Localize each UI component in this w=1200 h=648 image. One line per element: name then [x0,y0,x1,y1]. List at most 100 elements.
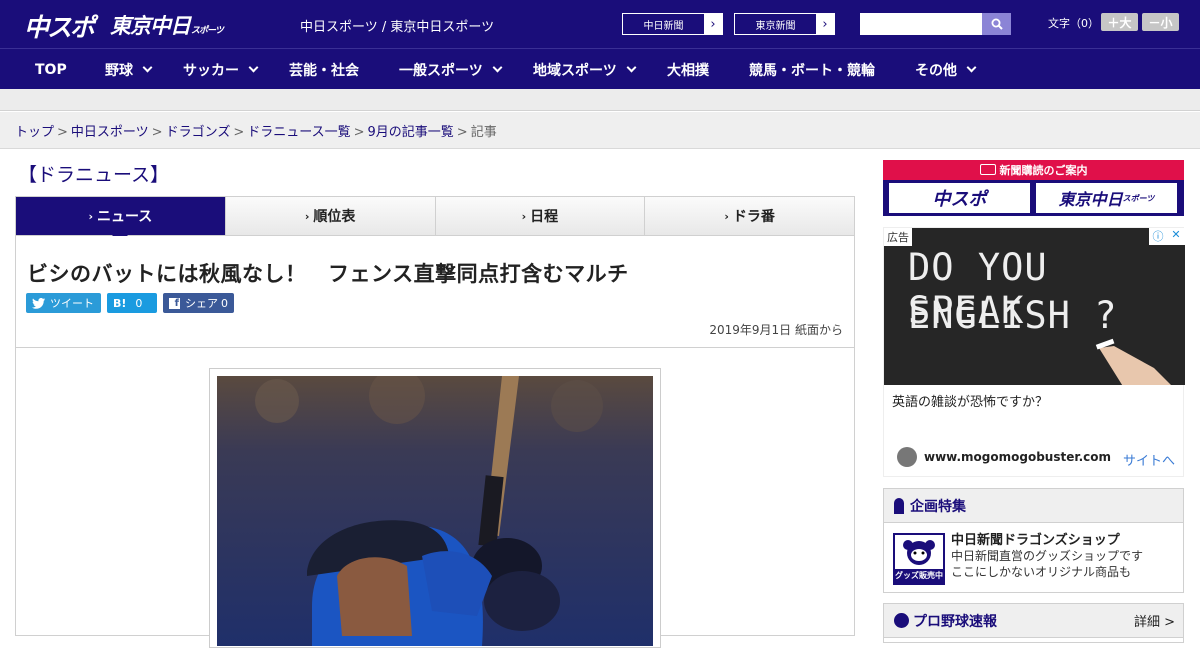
chevron-down-icon [626,62,637,72]
nav-item-top[interactable]: TOP [35,49,67,90]
ad-image[interactable]: DO YOU SPEAK ENGLISH ? 広告 ⓘ ✕ [884,228,1185,385]
tab-label: ニュース [96,209,153,225]
font-bigger-button[interactable]: ＋大 [1101,13,1138,31]
ad-domain[interactable]: www.mogomogobuster.com [924,450,1111,464]
chunichi-shimbun-label: 中日新聞 [643,20,684,32]
nav-item-other[interactable]: その他 [915,49,977,90]
tab-schedule[interactable]: › 日程 [434,197,645,235]
tab-dora-ban[interactable]: › ドラ番 [644,197,854,235]
nav-item-baseball[interactable]: 野球 [105,49,153,90]
ad-site-link[interactable]: サイトへ [1123,450,1175,469]
nav-label: 地域スポーツ [533,62,617,79]
batter-photo-illustration [217,376,653,646]
nav-label: その他 [915,62,957,79]
chevron-right-icon: › [304,209,310,223]
chevron-down-icon [492,62,503,72]
hand-with-chalk-illustration [1095,338,1171,385]
hatena-bookmark-button[interactable]: B! 0 [107,293,157,313]
chevron-right-icon: › [88,209,93,223]
chevron-right-icon: › [724,209,729,223]
nav-item-entertainment[interactable]: 芸能・社会 [289,49,359,90]
baseball-live-heading: プロ野球速報 詳細 > [884,604,1183,638]
subscription-text: 新聞購読のご案内 [999,164,1088,177]
article-divider [16,347,854,348]
breadcrumb-separator: > [57,125,68,140]
main-nav: TOP 野球 サッカー 芸能・社会 一般スポーツ 地域スポーツ 大相撲 競馬・ボ… [0,48,1200,89]
font-size-label: 文字（0） [1048,17,1099,30]
breadcrumb-separator: > [151,125,163,140]
feature-title[interactable]: 中日新聞ドラゴンズショップ [951,529,1120,548]
facebook-icon: f [169,297,180,309]
section-title: 【ドラニュース】 [18,164,170,186]
subscription-banner[interactable]: 新聞購読のご案内 中スポ 東京中日 スポーツ [883,160,1184,216]
ad-label: 広告 [884,228,912,246]
breadcrumb-separator: > [233,125,245,140]
baseball-live-box: プロ野球速報 詳細 > [883,603,1184,643]
search-button[interactable] [982,13,1011,35]
search-input[interactable] [860,13,982,35]
nav-item-soccer[interactable]: サッカー [183,49,259,90]
facebook-share-button[interactable]: f シェア 0 [163,293,234,313]
dragons-shop-thumbnail[interactable]: グッズ販売中 [893,533,945,585]
nav-item-local-sports[interactable]: 地域スポーツ [533,49,637,90]
tab-label: ドラ番 [732,209,775,225]
breadcrumb-chunichi-sports[interactable]: 中日スポーツ [71,125,149,140]
nav-label: 芸能・社会 [289,62,359,79]
ribbon-icon [894,497,904,514]
facebook-share-label: シェア [185,297,218,310]
ad-choices[interactable]: ⓘ ✕ [1149,228,1185,245]
tab-standings[interactable]: › 順位表 [224,197,435,235]
subscribe-tokyo-sub: スポーツ [1122,193,1155,203]
advertisement[interactable]: DO YOU SPEAK ENGLISH ? 広告 ⓘ ✕ 英語の雑談が恐怖ですか… [883,227,1185,477]
nav-item-general-sports[interactable]: 一般スポーツ [399,49,503,90]
breadcrumb-dragons[interactable]: ドラゴンズ [166,125,231,140]
twitter-bird-icon [32,297,45,309]
shop-badge-text: グッズ販売中 [895,571,943,580]
feature-desc: 中日新聞直営のグッズショップです ここにしかないオリジナル商品も [951,548,1143,580]
breadcrumb-september-list[interactable]: 9月の記事一覧 [368,125,454,140]
chunichi-shimbun-link[interactable]: 中日新聞 › [622,13,723,35]
nav-item-sumo[interactable]: 大相撲 [667,49,709,90]
tweet-button[interactable]: ツイート [26,293,101,313]
breadcrumb-top[interactable]: トップ [15,125,54,140]
font-smaller-button[interactable]: －小 [1142,13,1179,31]
tokyo-logo-sub: スポーツ [191,26,224,36]
nav-label: 一般スポーツ [399,62,483,79]
close-icon[interactable]: ✕ [1167,228,1185,245]
nav-label: TOP [35,61,67,78]
chevron-right-icon: › [816,14,834,34]
site-name: 中日スポーツ / 東京中日スポーツ [300,20,495,35]
tab-news[interactable]: › ニュース [16,197,225,243]
feature-desc-line-1: 中日新聞直営のグッズショップです [951,549,1144,563]
hatena-count: 0 [135,296,143,310]
spacer-strip [0,89,1200,111]
baseball-icon [894,612,909,628]
tab-label: 順位表 [313,209,356,225]
ad-text[interactable]: 英語の雑談が恐怖ですか？ [892,391,1048,410]
tokyo-logo-main: 東京中日 [110,14,191,38]
article-date: 2019年9月1日 紙面から [709,323,843,337]
feature-heading: 企画特集 [884,489,1183,523]
nav-label: 競馬・ボート・競輪 [749,62,875,79]
breadcrumb-current: 記事 [470,125,497,140]
subscribe-chuspo-button[interactable]: 中スポ [889,183,1030,213]
breadcrumb-separator: > [456,125,468,140]
baseball-detail-link[interactable]: 詳細 > [1134,611,1175,630]
chevron-down-icon [966,62,977,72]
tokyo-shimbun-link[interactable]: 東京新聞 › [734,13,835,35]
ad-info-icon[interactable]: ⓘ [1149,228,1167,245]
tokyo-chunichi-logo[interactable]: 東京中日スポーツ [110,10,224,40]
breadcrumb-dra-news-list[interactable]: ドラニュース一覧 [247,125,350,140]
breadcrumb: トップ > 中日スポーツ > ドラゴンズ > ドラニュース一覧 >9月の記事一覧 > 記事 [0,112,1200,149]
chuspo-logo[interactable]: 中スポ [24,8,95,44]
globe-icon [897,447,917,467]
chevron-down-icon [248,62,259,72]
baseball-live-title-wrap: プロ野球速報 [894,611,997,631]
article-photo[interactable] [217,376,653,646]
baseball-live-title: プロ野球速報 [913,613,997,630]
article: ビシのバットには秋風なし！ フェンス直撃同点打含むマルチ ツイート B! 0 f… [15,236,855,648]
nav-item-racing[interactable]: 競馬・ボート・競輪 [749,49,875,90]
tokyo-shimbun-label: 東京新聞 [755,20,796,32]
section-tabs: › ニュース › 順位表 › 日程 › ドラ番 [15,196,855,243]
subscribe-tokyo-button[interactable]: 東京中日 スポーツ [1036,183,1177,213]
